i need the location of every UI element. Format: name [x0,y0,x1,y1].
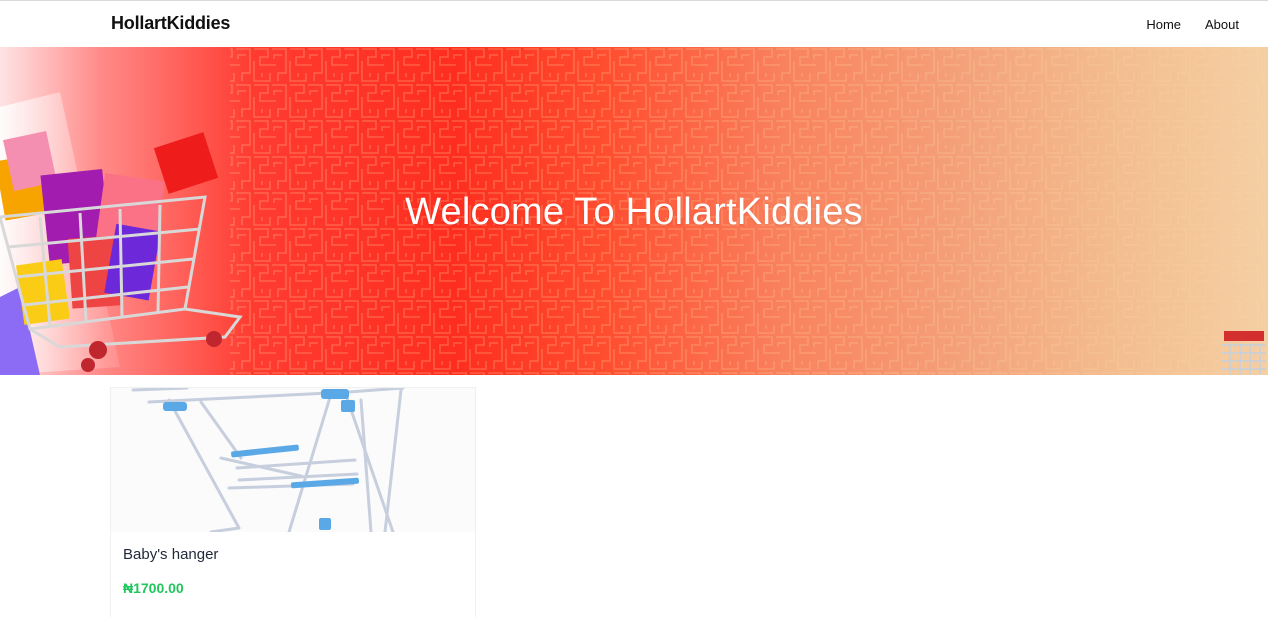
hero-banner: Welcome To HollartKiddies [0,47,1268,375]
product-price: ₦1700.00 [123,580,184,596]
product-image [111,388,475,532]
nav-links: Home About [1146,17,1239,32]
brand-logo-link[interactable]: HollartKiddies [111,13,230,34]
product-name: Baby's hanger [123,546,219,563]
nav-link-about[interactable]: About [1205,17,1239,32]
product-card[interactable]: Baby's hanger ₦1700.00 [110,387,476,617]
navbar: HollartKiddies Home About [0,0,1268,47]
nav-link-home[interactable]: Home [1146,17,1181,32]
hero-title: Welcome To HollartKiddies [405,191,863,233]
shopping-cart-image [1222,331,1266,375]
